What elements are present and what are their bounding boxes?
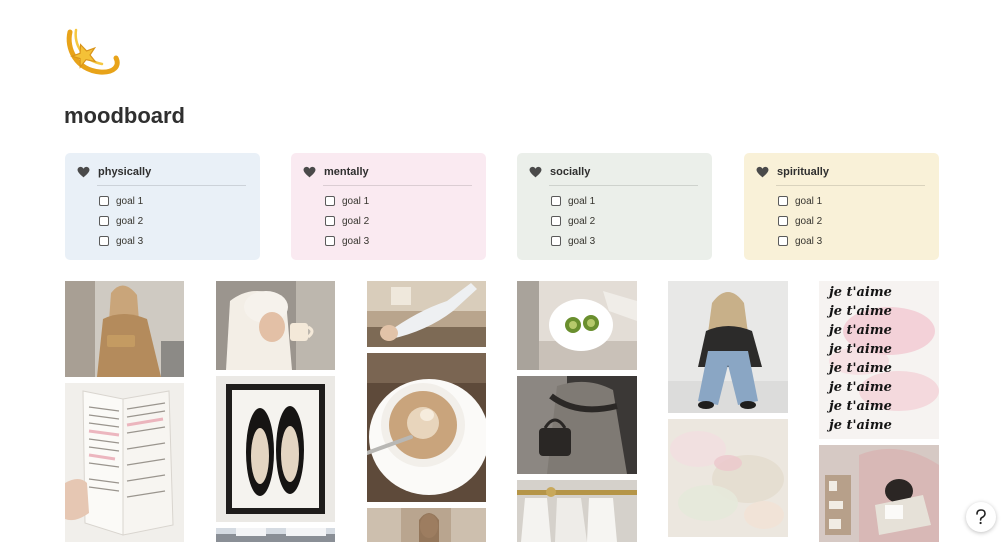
- photo-mirror-selfie[interactable]: [367, 508, 486, 542]
- page-title: moodboard: [64, 103, 185, 128]
- todo-item[interactable]: goal 2: [551, 211, 698, 231]
- todo-item[interactable]: goal 3: [551, 231, 698, 251]
- photo-pilates[interactable]: [367, 281, 486, 347]
- handwritten-line: je t'aime: [829, 361, 892, 376]
- photo-coat-bag[interactable]: [517, 376, 637, 474]
- handwritten-line: je t'aime: [829, 399, 892, 414]
- checkbox[interactable]: [325, 236, 335, 246]
- todo-label[interactable]: goal 1: [342, 196, 369, 207]
- todo-label[interactable]: goal 3: [568, 236, 595, 247]
- card-physically: physically goal 1 goal 2 goal 3: [65, 153, 260, 260]
- todo-item[interactable]: goal 3: [325, 231, 472, 251]
- handwritten-line: je t'aime: [829, 304, 892, 319]
- help-icon: [976, 509, 986, 525]
- card-title: socially: [550, 166, 591, 178]
- todo-label[interactable]: goal 3: [795, 236, 822, 247]
- divider: [549, 185, 698, 186]
- todo-item[interactable]: goal 3: [778, 231, 925, 251]
- checkbox[interactable]: [551, 236, 561, 246]
- handwriting: je t'aime je t'aime je t'aime je t'aime …: [829, 283, 892, 435]
- heart-icon: [529, 166, 542, 177]
- todo-label[interactable]: goal 1: [116, 196, 143, 207]
- handwritten-line: je t'aime: [829, 323, 892, 338]
- checkbox[interactable]: [778, 216, 788, 226]
- checkbox[interactable]: [778, 196, 788, 206]
- todo-item[interactable]: goal 1: [325, 191, 472, 211]
- checkbox[interactable]: [99, 236, 109, 246]
- divider: [97, 185, 246, 186]
- card-title: mentally: [324, 166, 369, 178]
- heart-icon: [756, 166, 769, 177]
- photo-woman-jeans[interactable]: [668, 281, 788, 413]
- checkbox[interactable]: [551, 196, 561, 206]
- photo-ballet-flats[interactable]: [216, 376, 335, 522]
- todo-label[interactable]: goal 2: [116, 216, 143, 227]
- todo-label[interactable]: goal 1: [795, 196, 822, 207]
- todo-item[interactable]: goal 2: [778, 211, 925, 231]
- todo-item[interactable]: goal 2: [325, 211, 472, 231]
- checkbox[interactable]: [325, 216, 335, 226]
- todo-item[interactable]: goal 1: [551, 191, 698, 211]
- handwritten-line: je t'aime: [829, 342, 892, 357]
- help-button[interactable]: [966, 502, 996, 532]
- divider: [776, 185, 925, 186]
- card-title: spiritually: [777, 166, 829, 178]
- todo-item[interactable]: goal 2: [99, 211, 246, 231]
- heart-icon: [303, 166, 316, 177]
- photo-abstract-painting[interactable]: [668, 419, 788, 537]
- photo-snow-roof[interactable]: [216, 528, 335, 542]
- card-spiritually: spiritually goal 1 goal 2 goal 3: [744, 153, 939, 260]
- photo-kiwi-plate[interactable]: [517, 281, 637, 370]
- checkbox[interactable]: [99, 216, 109, 226]
- photo-latte[interactable]: [367, 353, 486, 502]
- checkbox[interactable]: [551, 216, 561, 226]
- handwritten-line: je t'aime: [829, 418, 892, 433]
- checkbox[interactable]: [325, 196, 335, 206]
- photo-woman-coat[interactable]: [65, 281, 184, 377]
- photo-je-taime-art[interactable]: je t'aime je t'aime je t'aime je t'aime …: [819, 281, 939, 439]
- photo-hanging-clothes[interactable]: [517, 480, 637, 542]
- card-title: physically: [98, 166, 152, 178]
- todo-item[interactable]: goal 3: [99, 231, 246, 251]
- todo-label[interactable]: goal 3: [342, 236, 369, 247]
- card-socially: socially goal 1 goal 2 goal 3: [517, 153, 712, 260]
- todo-item[interactable]: goal 1: [778, 191, 925, 211]
- checkbox[interactable]: [778, 236, 788, 246]
- handwritten-line: je t'aime: [829, 380, 892, 395]
- todo-label[interactable]: goal 1: [568, 196, 595, 207]
- handwritten-line: je t'aime: [829, 285, 892, 300]
- photo-open-book[interactable]: [65, 383, 184, 542]
- todo-label[interactable]: goal 2: [568, 216, 595, 227]
- checkbox[interactable]: [99, 196, 109, 206]
- heart-icon: [77, 166, 90, 177]
- todo-label[interactable]: goal 3: [116, 236, 143, 247]
- shooting-star-icon[interactable]: [62, 18, 122, 78]
- divider: [323, 185, 472, 186]
- todo-label[interactable]: goal 2: [342, 216, 369, 227]
- photo-sofa-reading[interactable]: [819, 445, 939, 542]
- todo-label[interactable]: goal 2: [795, 216, 822, 227]
- photo-towel-coffee[interactable]: [216, 281, 335, 370]
- todo-item[interactable]: goal 1: [99, 191, 246, 211]
- card-mentally: mentally goal 1 goal 2 goal 3: [291, 153, 486, 260]
